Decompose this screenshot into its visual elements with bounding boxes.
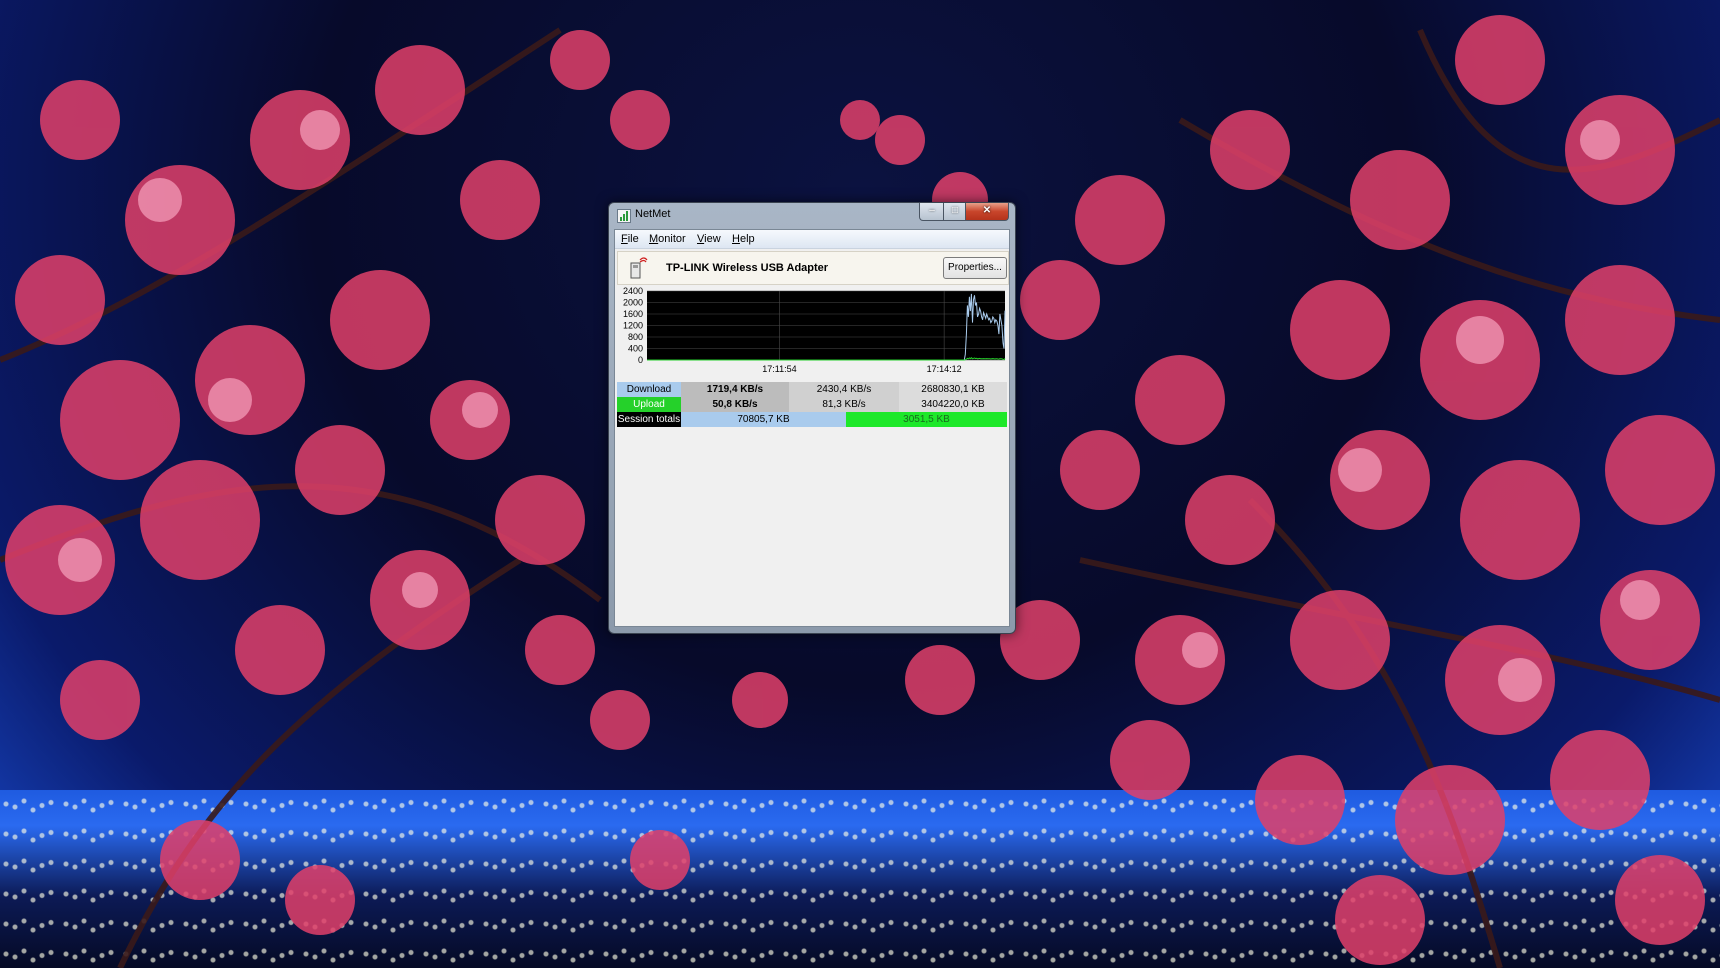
download-row: Download 1719,4 KB/s 2430,4 KB/s 2680830… [617,382,1007,397]
close-button[interactable]: ✕ [965,203,1009,221]
session-upload-total: 3051,5 KB [846,412,1007,427]
menu-file[interactable]: File [621,233,639,245]
title-bar[interactable]: NetMet – □ ✕ [609,203,1015,227]
y-tick-label: 1600 [623,309,643,319]
maximize-icon: □ [951,205,959,216]
y-tick-label: 1200 [623,321,643,331]
menu-monitor[interactable]: Monitor [649,233,686,245]
adapter-name: TP-LINK Wireless USB Adapter [666,262,829,274]
download-current-rate: 1719,4 KB/s [681,382,789,397]
y-tick-label: 0 [638,355,643,365]
y-tick-label: 400 [628,344,643,354]
properties-button[interactable]: Properties... [943,257,1007,279]
usb-wireless-adapter-icon [630,257,648,279]
menu-help[interactable]: Help [732,233,755,245]
upload-label: Upload [617,397,681,412]
session-totals-row: Session totals 70805,7 KB 3051,5 KB [617,412,1007,427]
traffic-graph-svg: 2400 20001600 1200800 4000 17:11:54 17:14:12 [623,286,1006,374]
adapter-panel: TP-LINK Wireless USB Adapter Properties.… [617,251,1009,285]
upload-current-rate: 50,8 KB/s [681,397,789,412]
maximize-button[interactable]: □ [943,203,967,221]
minimize-button[interactable]: – [919,203,945,221]
traffic-graph: 2400 2000 1600 1200 800 400 0 17:11:54 17:14:12 [615,286,1009,386]
y-tick-label: 2400 [623,286,643,296]
download-max-rate: 2430,4 KB/s [789,382,899,397]
close-icon: ✕ [982,205,992,216]
upload-max-rate: 81,3 KB/s [789,397,899,412]
netmet-window: NetMet – □ ✕ File Monitor View Help TP-L… [608,202,1016,634]
window-title: NetMet [635,208,671,220]
y-tick-label: 2000 [623,298,643,308]
x-tick-label: 17:11:54 [762,364,796,374]
x-tick-label: 17:14:12 [927,364,962,374]
download-label: Download [617,382,681,397]
download-total: 2680830,1 KB [899,382,1007,397]
window-client-area: File Monitor View Help TP-LINK Wireless … [614,229,1010,627]
menu-bar: File Monitor View Help [615,230,1009,249]
session-totals-label: Session totals [617,412,681,427]
upload-row: Upload 50,8 KB/s 81,3 KB/s 3404220,0 KB [617,397,1007,412]
menu-view[interactable]: View [697,233,721,245]
netmet-app-icon [617,209,631,223]
minimize-icon: – [929,205,935,216]
y-tick-label: 800 [628,332,643,342]
session-download-total: 70805,7 KB [681,412,846,427]
upload-total: 3404220,0 KB [899,397,1007,412]
